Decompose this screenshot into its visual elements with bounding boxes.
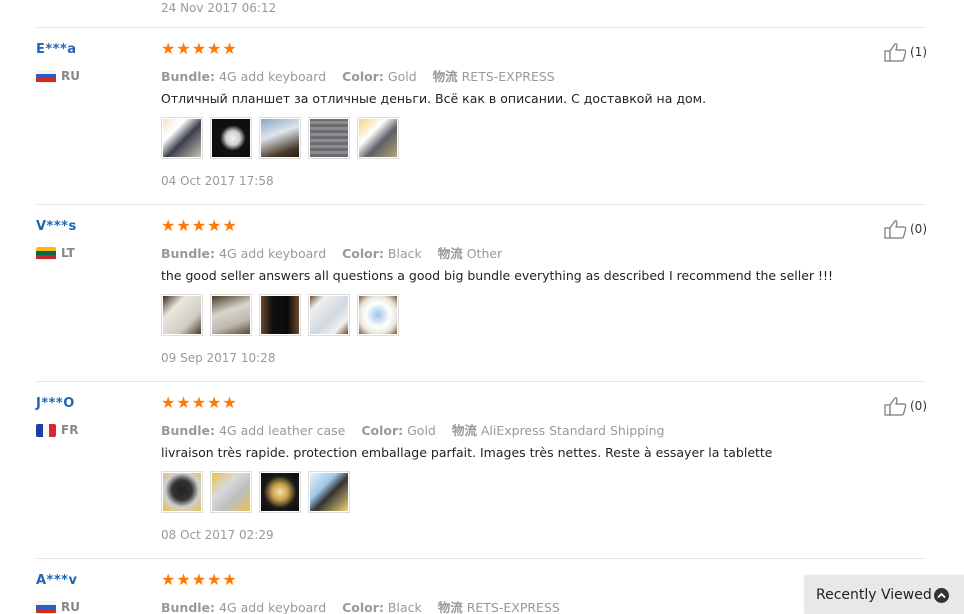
review-text: livraison très rapide. protection emball… xyxy=(161,445,773,460)
reviewer-country: FR xyxy=(36,423,78,437)
review-photo[interactable] xyxy=(161,294,203,336)
helpful-count: (0) xyxy=(910,399,927,413)
flag-ru-icon xyxy=(36,600,56,614)
country-code: RU xyxy=(61,69,80,83)
order-attributes: Bundle: 4G add keyboard Color: Black 物流 … xyxy=(161,597,572,614)
review-photo[interactable] xyxy=(259,294,301,336)
flag-fr-icon xyxy=(36,423,56,437)
thumbs-up-icon xyxy=(884,220,907,239)
review-text: the good seller answers all questions a … xyxy=(161,268,834,283)
review-photo[interactable] xyxy=(210,117,252,159)
review-photos xyxy=(161,117,406,159)
review-date: 04 Oct 2017 17:58 xyxy=(161,174,274,188)
star-rating: ★★★★★ xyxy=(161,570,238,589)
bundle-label: Bundle: xyxy=(161,423,216,438)
shipping-label: 物流 xyxy=(437,246,463,261)
thumbs-up-icon xyxy=(884,397,907,416)
review-item: V***s LT ★★★★★ Bundle: 4G add keyboard C… xyxy=(0,205,964,381)
reviewer-country: LT xyxy=(36,246,75,260)
star-rating: ★★★★★ xyxy=(161,39,238,58)
order-attributes: Bundle: 4G add leather case Color: Gold … xyxy=(161,420,677,439)
review-photo[interactable] xyxy=(308,294,350,336)
review-photo[interactable] xyxy=(161,117,203,159)
review-item: E***a RU ★★★★★ Bundle: 4G add keyboard C… xyxy=(0,28,964,204)
review-photos xyxy=(161,471,357,513)
star-rating: ★★★★★ xyxy=(161,393,238,412)
color-label: Color: xyxy=(342,600,384,614)
reviewer-country: RU xyxy=(36,69,80,83)
bundle-label: Bundle: xyxy=(161,246,216,261)
shipping-label: 物流 xyxy=(437,600,463,614)
review-photo[interactable] xyxy=(259,471,301,513)
review-item: J***O FR ★★★★★ Bundle: 4G add leather ca… xyxy=(0,382,964,558)
review-photo[interactable] xyxy=(210,471,252,513)
color-value: Black xyxy=(387,246,422,261)
review-text: Отличный планшет за отличные деньги. Всё… xyxy=(161,91,707,106)
bundle-label: Bundle: xyxy=(161,600,216,614)
shipping-value: RETS-EXPRESS xyxy=(461,69,555,84)
review-photo[interactable] xyxy=(357,294,399,336)
review-photo[interactable] xyxy=(357,117,399,159)
bundle-value: 4G add keyboard xyxy=(219,69,327,84)
country-code: LT xyxy=(61,246,75,260)
color-value: Gold xyxy=(407,423,436,438)
country-code: RU xyxy=(61,600,80,614)
shipping-label: 物流 xyxy=(432,69,458,84)
country-code: FR xyxy=(61,423,79,437)
review-photo[interactable] xyxy=(259,117,301,159)
reviewer-name[interactable]: V***s xyxy=(36,219,77,234)
reviewer-name[interactable]: A***v xyxy=(36,573,77,588)
review-photo[interactable] xyxy=(308,117,350,159)
shipping-value: Other xyxy=(466,246,503,261)
review-photos xyxy=(161,294,406,336)
color-value: Black xyxy=(387,600,422,614)
reviewer-name[interactable]: J***O xyxy=(36,396,75,411)
review-date: 08 Oct 2017 02:29 xyxy=(161,528,274,542)
review-date-previous: 24 Nov 2017 06:12 xyxy=(161,1,277,15)
bundle-value: 4G add leather case xyxy=(219,423,346,438)
flag-lt-icon xyxy=(36,246,56,260)
bundle-value: 4G add keyboard xyxy=(219,600,327,614)
helpful-button[interactable]: (0) xyxy=(884,219,927,239)
shipping-value: RETS-EXPRESS xyxy=(466,600,560,614)
review-photo[interactable] xyxy=(210,294,252,336)
order-attributes: Bundle: 4G add keyboard Color: Gold 物流 R… xyxy=(161,66,567,85)
helpful-count: (0) xyxy=(910,222,927,236)
recently-viewed-label: Recently Viewed xyxy=(816,586,932,603)
order-attributes: Bundle: 4G add keyboard Color: Black 物流 … xyxy=(161,243,514,262)
review-photo[interactable] xyxy=(308,471,350,513)
color-label: Color: xyxy=(342,246,384,261)
review-date: 09 Sep 2017 10:28 xyxy=(161,351,276,365)
thumbs-up-icon xyxy=(884,43,907,62)
reviewer-name[interactable]: E***a xyxy=(36,42,77,57)
review-photo[interactable] xyxy=(161,471,203,513)
bundle-label: Bundle: xyxy=(161,69,216,84)
shipping-value: AliExpress Standard Shipping xyxy=(480,423,665,438)
helpful-button[interactable]: (0) xyxy=(884,396,927,416)
flag-ru-icon xyxy=(36,69,56,83)
color-value: Gold xyxy=(387,69,417,84)
helpful-button[interactable]: (1) xyxy=(884,42,927,62)
color-label: Color: xyxy=(361,423,404,438)
recently-viewed-toggle[interactable]: Recently Viewed xyxy=(804,575,964,614)
reviewer-country: RU xyxy=(36,600,80,614)
chevron-up-circle-icon xyxy=(934,588,949,603)
helpful-count: (1) xyxy=(910,45,927,59)
star-rating: ★★★★★ xyxy=(161,216,238,235)
color-label: Color: xyxy=(342,69,384,84)
shipping-label: 物流 xyxy=(451,423,477,438)
bundle-value: 4G add keyboard xyxy=(219,246,327,261)
